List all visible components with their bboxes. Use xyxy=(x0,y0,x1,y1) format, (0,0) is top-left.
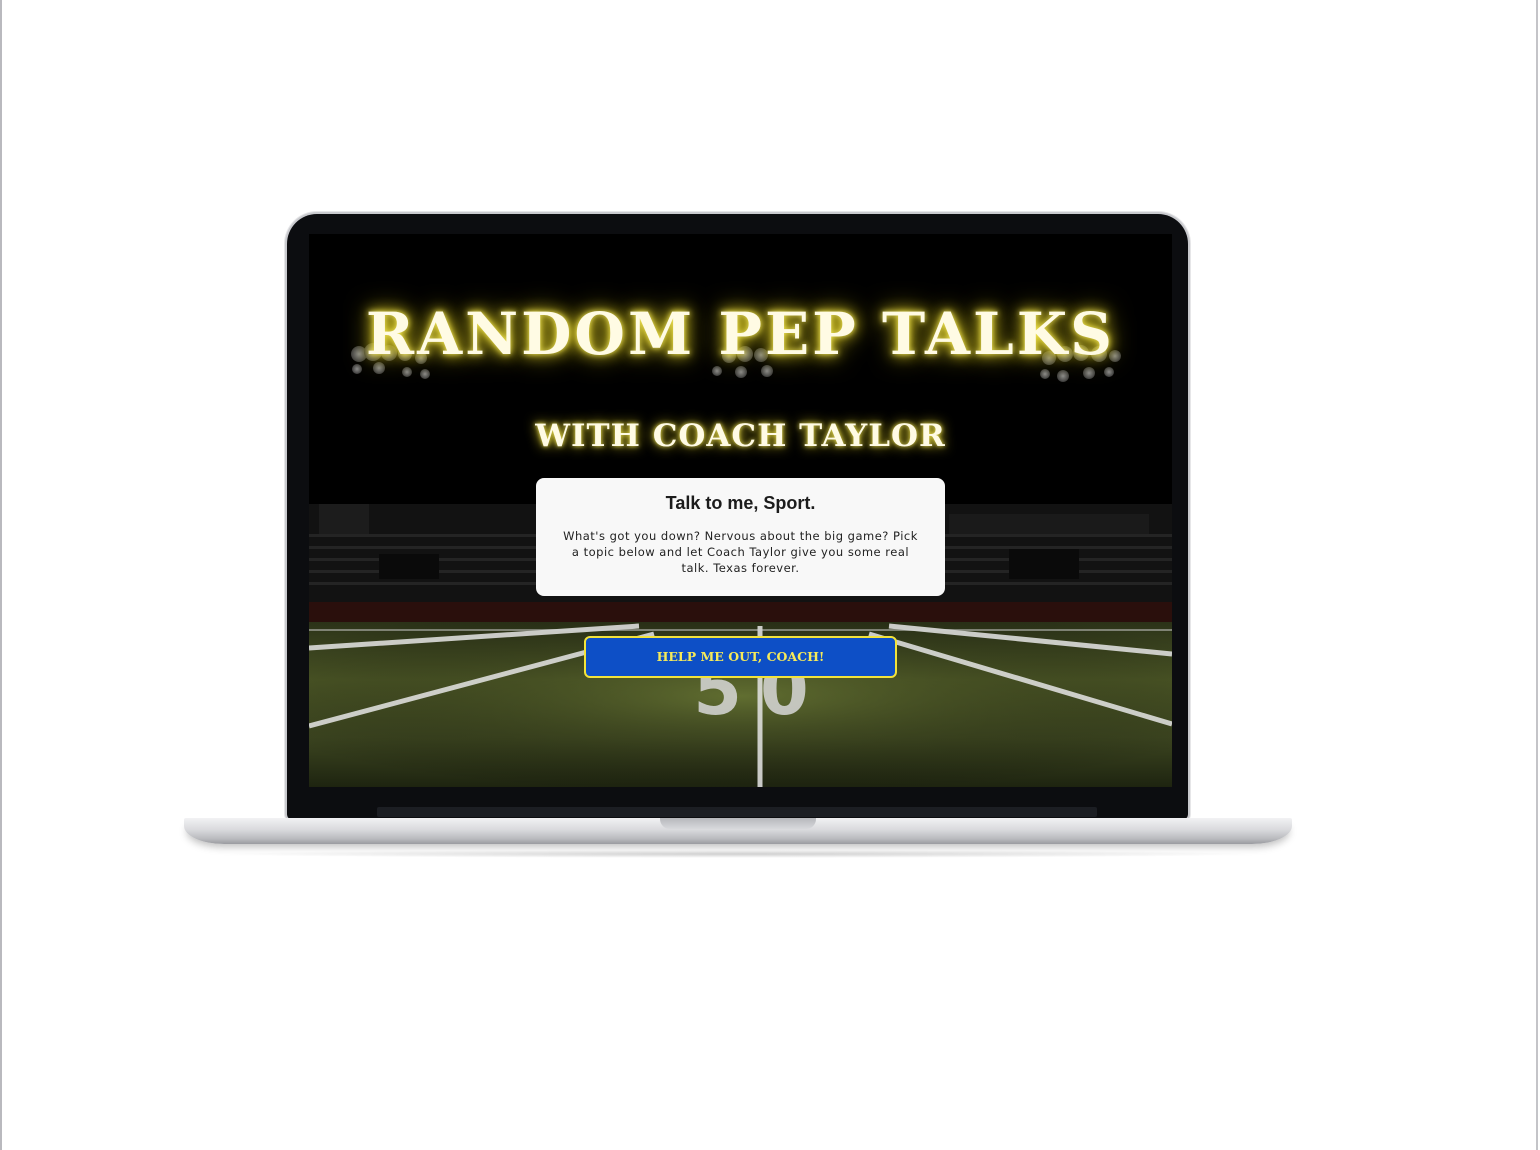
intro-card: Talk to me, Sport. What's got you down? … xyxy=(536,478,945,596)
window-edge-right xyxy=(1536,0,1538,1150)
help-me-out-button[interactable]: HELP ME OUT, COACH! xyxy=(584,636,897,678)
window-edge-left xyxy=(0,0,2,1150)
screen-bottom-bezel xyxy=(377,807,1097,817)
page-subtitle: WITH COACH TAYLOR xyxy=(535,418,946,454)
laptop-base xyxy=(184,818,1292,844)
laptop-base-notch xyxy=(660,818,816,829)
page-title: RANDOM PEP TALKS xyxy=(365,300,1116,368)
laptop-lid: 50 RANDOM PEP TALKS WITH COACH TAYLOR Ta… xyxy=(287,214,1188,820)
card-heading: Talk to me, Sport. xyxy=(665,493,816,513)
card-body: What's got you down? Nervous about the b… xyxy=(563,529,918,575)
laptop-screen: 50 RANDOM PEP TALKS WITH COACH TAYLOR Ta… xyxy=(309,234,1172,787)
laptop-shadow xyxy=(210,850,1266,858)
